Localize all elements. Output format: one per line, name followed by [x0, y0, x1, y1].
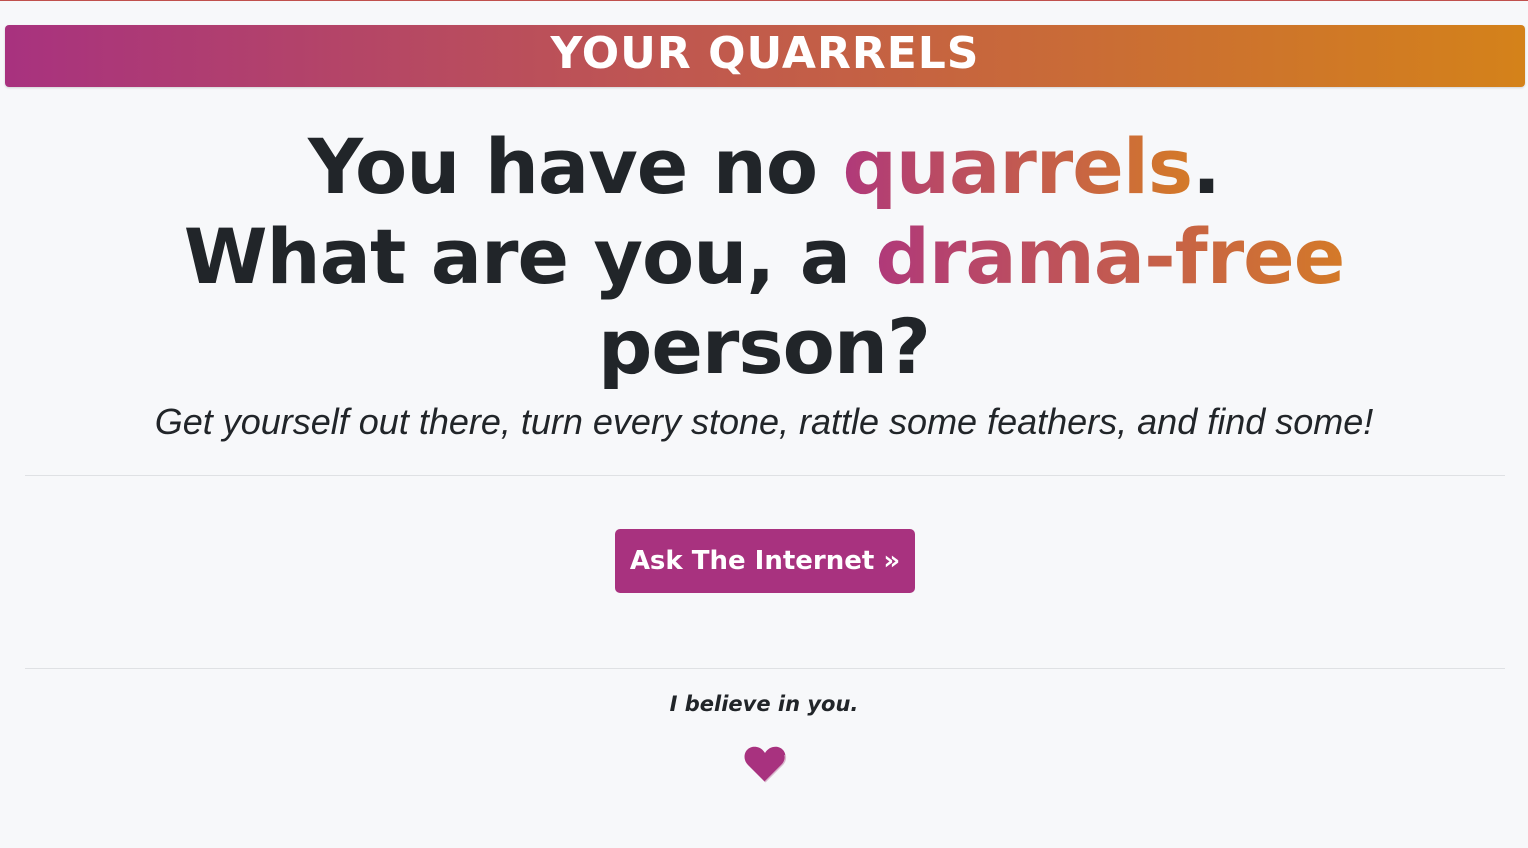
believe-message: I believe in you.	[669, 692, 859, 716]
heart-icon	[744, 746, 787, 783]
headline-highlight-quarrels: quarrels	[842, 122, 1194, 211]
divider-top	[25, 475, 1505, 476]
page-subtitle: Get yourself out there, turn every stone…	[154, 401, 1374, 442]
headline-text-3: What are you, a	[183, 212, 876, 301]
header-banner: YOUR QUARRELS	[5, 25, 1525, 87]
page-headline: You have no quarrels. What are you, a dr…	[0, 122, 1528, 392]
header-title: YOUR QUARRELS	[550, 28, 980, 79]
ask-the-internet-button[interactable]: Ask The Internet »	[615, 529, 915, 593]
headline-text-1: You have no	[307, 122, 843, 211]
headline-highlight-drama-free: drama-free	[875, 212, 1345, 301]
headline-text-4: person?	[597, 302, 931, 391]
divider-bottom	[25, 668, 1505, 669]
headline-text-2: .	[1192, 122, 1221, 211]
top-border-line	[0, 0, 1528, 1]
